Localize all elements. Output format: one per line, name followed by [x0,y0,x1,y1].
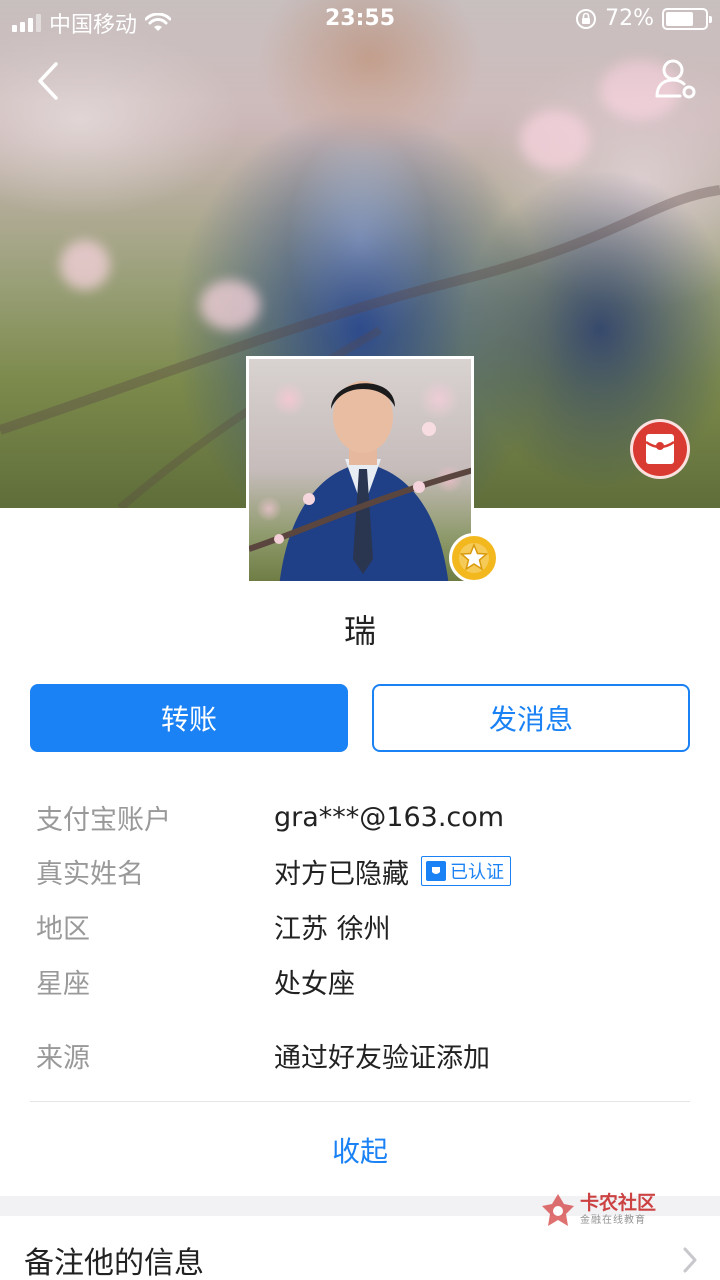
star-badge [449,533,499,583]
battery-icon [662,7,712,30]
info-label: 星座 [36,968,90,1000]
info-label: 来源 [36,1042,90,1074]
rotation-lock-icon [576,8,597,29]
info-row-region: 地区 江苏 徐州 [36,906,696,946]
info-row-account: 支付宝账户 gra***@163.com [36,797,696,837]
info-value: 对方已隐藏 [274,858,409,890]
chevron-right-icon [683,1247,697,1273]
battery-level [666,11,694,26]
back-button[interactable] [30,58,70,104]
info-value: 通过好友验证添加 [274,1042,490,1074]
info-value: 处女座 [274,968,355,1000]
watermark-logo-icon [542,1194,574,1226]
battery-percent: 72% [605,6,654,31]
profile-settings-button[interactable] [654,56,700,102]
divider [30,1101,690,1102]
remark-label: 备注他的信息 [24,1246,204,1280]
back-chevron-icon [38,62,58,100]
verified-label: 已认证 [450,862,504,883]
avatar[interactable] [246,356,474,584]
star-badge-icon [459,543,489,573]
user-settings-icon [655,59,696,99]
transfer-button[interactable]: 转账 [30,684,348,752]
avatar-portrait [249,381,471,581]
info-label: 真实姓名 [36,858,144,890]
info-row-zodiac: 星座 处女座 [36,961,696,1001]
info-row-source: 来源 通过好友验证添加 [36,1035,696,1075]
red-packet-button[interactable] [630,419,690,479]
info-value-wrap: 对方已隐藏 已认证 [274,852,511,891]
profile-name: 瑞 [343,612,376,650]
red-packet-icon [645,434,675,464]
info-label: 地区 [36,913,90,945]
info-value: 江苏 徐州 [274,913,391,945]
watermark-subtitle: 金融在线教育 [580,1215,646,1226]
verified-shield-icon [426,861,446,881]
info-row-real-name: 真实姓名 对方已隐藏 已认证 [36,851,696,891]
info-value: gra***@163.com [274,801,505,833]
watermark: 卡农社区 金融在线教育 [540,1190,670,1230]
info-label: 支付宝账户 [36,804,171,836]
collapse-button[interactable]: 收起 [0,1130,720,1170]
send-message-button[interactable]: 发消息 [372,684,690,752]
status-bar: 中国移动 23:55 72% [0,0,720,40]
verified-badge: 已认证 [421,856,511,886]
watermark-title: 卡农社区 [580,1192,657,1214]
